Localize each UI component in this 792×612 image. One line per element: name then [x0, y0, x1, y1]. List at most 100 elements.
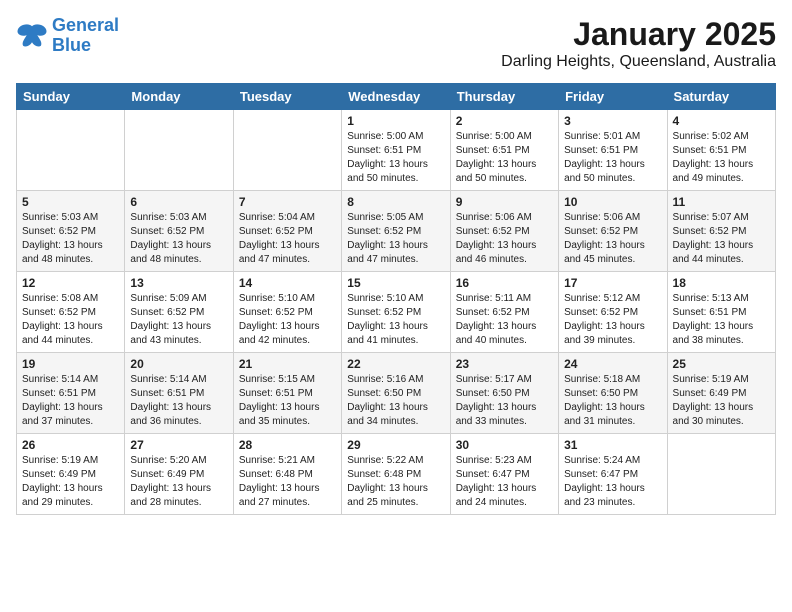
calendar-table: SundayMondayTuesdayWednesdayThursdayFrid… [16, 83, 776, 515]
day-number: 21 [239, 357, 336, 371]
day-info: Sunrise: 5:07 AM Sunset: 6:52 PM Dayligh… [673, 211, 770, 267]
calendar-day-header: Monday [125, 84, 233, 110]
day-info: Sunrise: 5:11 AM Sunset: 6:52 PM Dayligh… [456, 292, 553, 348]
calendar-week-row: 12 Sunrise: 5:08 AM Sunset: 6:52 PM Dayli… [17, 272, 776, 353]
day-info: Sunrise: 5:03 AM Sunset: 6:52 PM Dayligh… [130, 211, 227, 267]
day-info: Sunrise: 5:03 AM Sunset: 6:52 PM Dayligh… [22, 211, 119, 267]
day-number: 25 [673, 357, 770, 371]
day-info: Sunrise: 5:16 AM Sunset: 6:50 PM Dayligh… [347, 373, 444, 429]
calendar-day-header: Tuesday [233, 84, 341, 110]
calendar-day-cell: 3Sunrise: 5:01 AM Sunset: 6:51 PM Daylig… [559, 110, 667, 191]
calendar-day-cell [667, 434, 775, 515]
day-number: 1 [347, 114, 444, 128]
day-number: 27 [130, 438, 227, 452]
calendar-day-cell: 1 Sunrise: 5:00 AM Sunset: 6:51 PM Daylig… [342, 110, 450, 191]
day-info: Sunrise: 5:15 AM Sunset: 6:51 PM Dayligh… [239, 373, 336, 429]
day-number: 17 [564, 276, 661, 290]
calendar-day-cell: 25Sunrise: 5:19 AM Sunset: 6:49 PM Dayli… [667, 353, 775, 434]
day-number: 29 [347, 438, 444, 452]
calendar-day-cell: 31 Sunrise: 5:24 AM Sunset: 6:47 PM Dayli… [559, 434, 667, 515]
day-info: Sunrise: 5:24 AM Sunset: 6:47 PM Dayligh… [564, 454, 661, 510]
day-number: 14 [239, 276, 336, 290]
calendar-day-cell: 27 Sunrise: 5:20 AM Sunset: 6:49 PM Dayli… [125, 434, 233, 515]
day-info: Sunrise: 5:12 AM Sunset: 6:52 PM Dayligh… [564, 292, 661, 348]
day-info: Sunrise: 5:19 AM Sunset: 6:49 PM Dayligh… [22, 454, 119, 510]
day-info: Sunrise: 5:00 AM Sunset: 6:51 PM Dayligh… [456, 130, 553, 186]
day-number: 19 [22, 357, 119, 371]
day-number: 12 [22, 276, 119, 290]
calendar-day-cell: 2 Sunrise: 5:00 AM Sunset: 6:51 PM Daylig… [450, 110, 558, 191]
calendar-day-cell: 19 Sunrise: 5:14 AM Sunset: 6:51 PM Dayli… [17, 353, 125, 434]
day-info: Sunrise: 5:14 AM Sunset: 6:51 PM Dayligh… [130, 373, 227, 429]
calendar-day-cell: 7 Sunrise: 5:04 AM Sunset: 6:52 PM Daylig… [233, 191, 341, 272]
day-info: Sunrise: 5:04 AM Sunset: 6:52 PM Dayligh… [239, 211, 336, 267]
day-number: 9 [456, 195, 553, 209]
day-info: Sunrise: 5:01 AM Sunset: 6:51 PM Dayligh… [564, 130, 661, 186]
day-info: Sunrise: 5:10 AM Sunset: 6:52 PM Dayligh… [347, 292, 444, 348]
day-number: 11 [673, 195, 770, 209]
calendar-day-cell: 8 Sunrise: 5:05 AM Sunset: 6:52 PM Daylig… [342, 191, 450, 272]
calendar-week-row: 19 Sunrise: 5:14 AM Sunset: 6:51 PM Dayli… [17, 353, 776, 434]
calendar-day-cell: 28 Sunrise: 5:21 AM Sunset: 6:48 PM Dayli… [233, 434, 341, 515]
day-info: Sunrise: 5:21 AM Sunset: 6:48 PM Dayligh… [239, 454, 336, 510]
day-number: 7 [239, 195, 336, 209]
day-number: 13 [130, 276, 227, 290]
day-number: 28 [239, 438, 336, 452]
calendar-day-cell: 12 Sunrise: 5:08 AM Sunset: 6:52 PM Dayli… [17, 272, 125, 353]
location: Darling Heights, Queensland, Australia [501, 53, 776, 71]
calendar-day-cell: 11 Sunrise: 5:07 AM Sunset: 6:52 PM Dayli… [667, 191, 775, 272]
day-number: 26 [22, 438, 119, 452]
calendar-day-cell [233, 110, 341, 191]
calendar-day-cell: 26 Sunrise: 5:19 AM Sunset: 6:49 PM Dayli… [17, 434, 125, 515]
month-title: January 2025 [501, 16, 776, 53]
day-info: Sunrise: 5:08 AM Sunset: 6:52 PM Dayligh… [22, 292, 119, 348]
logo-icon [16, 22, 48, 50]
calendar-day-cell: 20 Sunrise: 5:14 AM Sunset: 6:51 PM Dayli… [125, 353, 233, 434]
calendar-week-row: 5 Sunrise: 5:03 AM Sunset: 6:52 PM Daylig… [17, 191, 776, 272]
calendar-day-cell: 14 Sunrise: 5:10 AM Sunset: 6:52 PM Dayli… [233, 272, 341, 353]
day-info: Sunrise: 5:20 AM Sunset: 6:49 PM Dayligh… [130, 454, 227, 510]
calendar-day-header: Thursday [450, 84, 558, 110]
calendar-day-cell: 9 Sunrise: 5:06 AM Sunset: 6:52 PM Daylig… [450, 191, 558, 272]
calendar-day-cell [125, 110, 233, 191]
calendar-day-header: Sunday [17, 84, 125, 110]
day-info: Sunrise: 5:14 AM Sunset: 6:51 PM Dayligh… [22, 373, 119, 429]
calendar-day-cell: 4 Sunrise: 5:02 AM Sunset: 6:51 PM Daylig… [667, 110, 775, 191]
day-info: Sunrise: 5:02 AM Sunset: 6:51 PM Dayligh… [673, 130, 770, 186]
calendar-day-cell [17, 110, 125, 191]
day-number: 16 [456, 276, 553, 290]
calendar-day-cell: 21 Sunrise: 5:15 AM Sunset: 6:51 PM Dayli… [233, 353, 341, 434]
calendar-week-row: 1 Sunrise: 5:00 AM Sunset: 6:51 PM Daylig… [17, 110, 776, 191]
calendar-day-cell: 29 Sunrise: 5:22 AM Sunset: 6:48 PM Dayli… [342, 434, 450, 515]
calendar-day-header: Friday [559, 84, 667, 110]
day-number: 4 [673, 114, 770, 128]
logo-text: GeneralBlue [52, 16, 119, 56]
calendar-day-cell: 23Sunrise: 5:17 AM Sunset: 6:50 PM Dayli… [450, 353, 558, 434]
day-number: 15 [347, 276, 444, 290]
day-info: Sunrise: 5:18 AM Sunset: 6:50 PM Dayligh… [564, 373, 661, 429]
day-info: Sunrise: 5:22 AM Sunset: 6:48 PM Dayligh… [347, 454, 444, 510]
day-number: 20 [130, 357, 227, 371]
calendar-day-header: Saturday [667, 84, 775, 110]
calendar-day-cell: 18Sunrise: 5:13 AM Sunset: 6:51 PM Dayli… [667, 272, 775, 353]
calendar-header-row: SundayMondayTuesdayWednesdayThursdayFrid… [17, 84, 776, 110]
title-block: January 2025 Darling Heights, Queensland… [501, 16, 776, 71]
day-info: Sunrise: 5:09 AM Sunset: 6:52 PM Dayligh… [130, 292, 227, 348]
day-number: 10 [564, 195, 661, 209]
day-number: 31 [564, 438, 661, 452]
calendar-day-cell: 13 Sunrise: 5:09 AM Sunset: 6:52 PM Dayli… [125, 272, 233, 353]
day-number: 8 [347, 195, 444, 209]
day-info: Sunrise: 5:23 AM Sunset: 6:47 PM Dayligh… [456, 454, 553, 510]
day-info: Sunrise: 5:00 AM Sunset: 6:51 PM Dayligh… [347, 130, 444, 186]
day-number: 2 [456, 114, 553, 128]
day-info: Sunrise: 5:13 AM Sunset: 6:51 PM Dayligh… [673, 292, 770, 348]
day-info: Sunrise: 5:10 AM Sunset: 6:52 PM Dayligh… [239, 292, 336, 348]
day-info: Sunrise: 5:06 AM Sunset: 6:52 PM Dayligh… [456, 211, 553, 267]
calendar-day-cell: 24Sunrise: 5:18 AM Sunset: 6:50 PM Dayli… [559, 353, 667, 434]
day-info: Sunrise: 5:05 AM Sunset: 6:52 PM Dayligh… [347, 211, 444, 267]
day-info: Sunrise: 5:17 AM Sunset: 6:50 PM Dayligh… [456, 373, 553, 429]
logo: GeneralBlue [16, 16, 119, 56]
day-number: 5 [22, 195, 119, 209]
calendar-day-cell: 16 Sunrise: 5:11 AM Sunset: 6:52 PM Dayli… [450, 272, 558, 353]
calendar-day-header: Wednesday [342, 84, 450, 110]
